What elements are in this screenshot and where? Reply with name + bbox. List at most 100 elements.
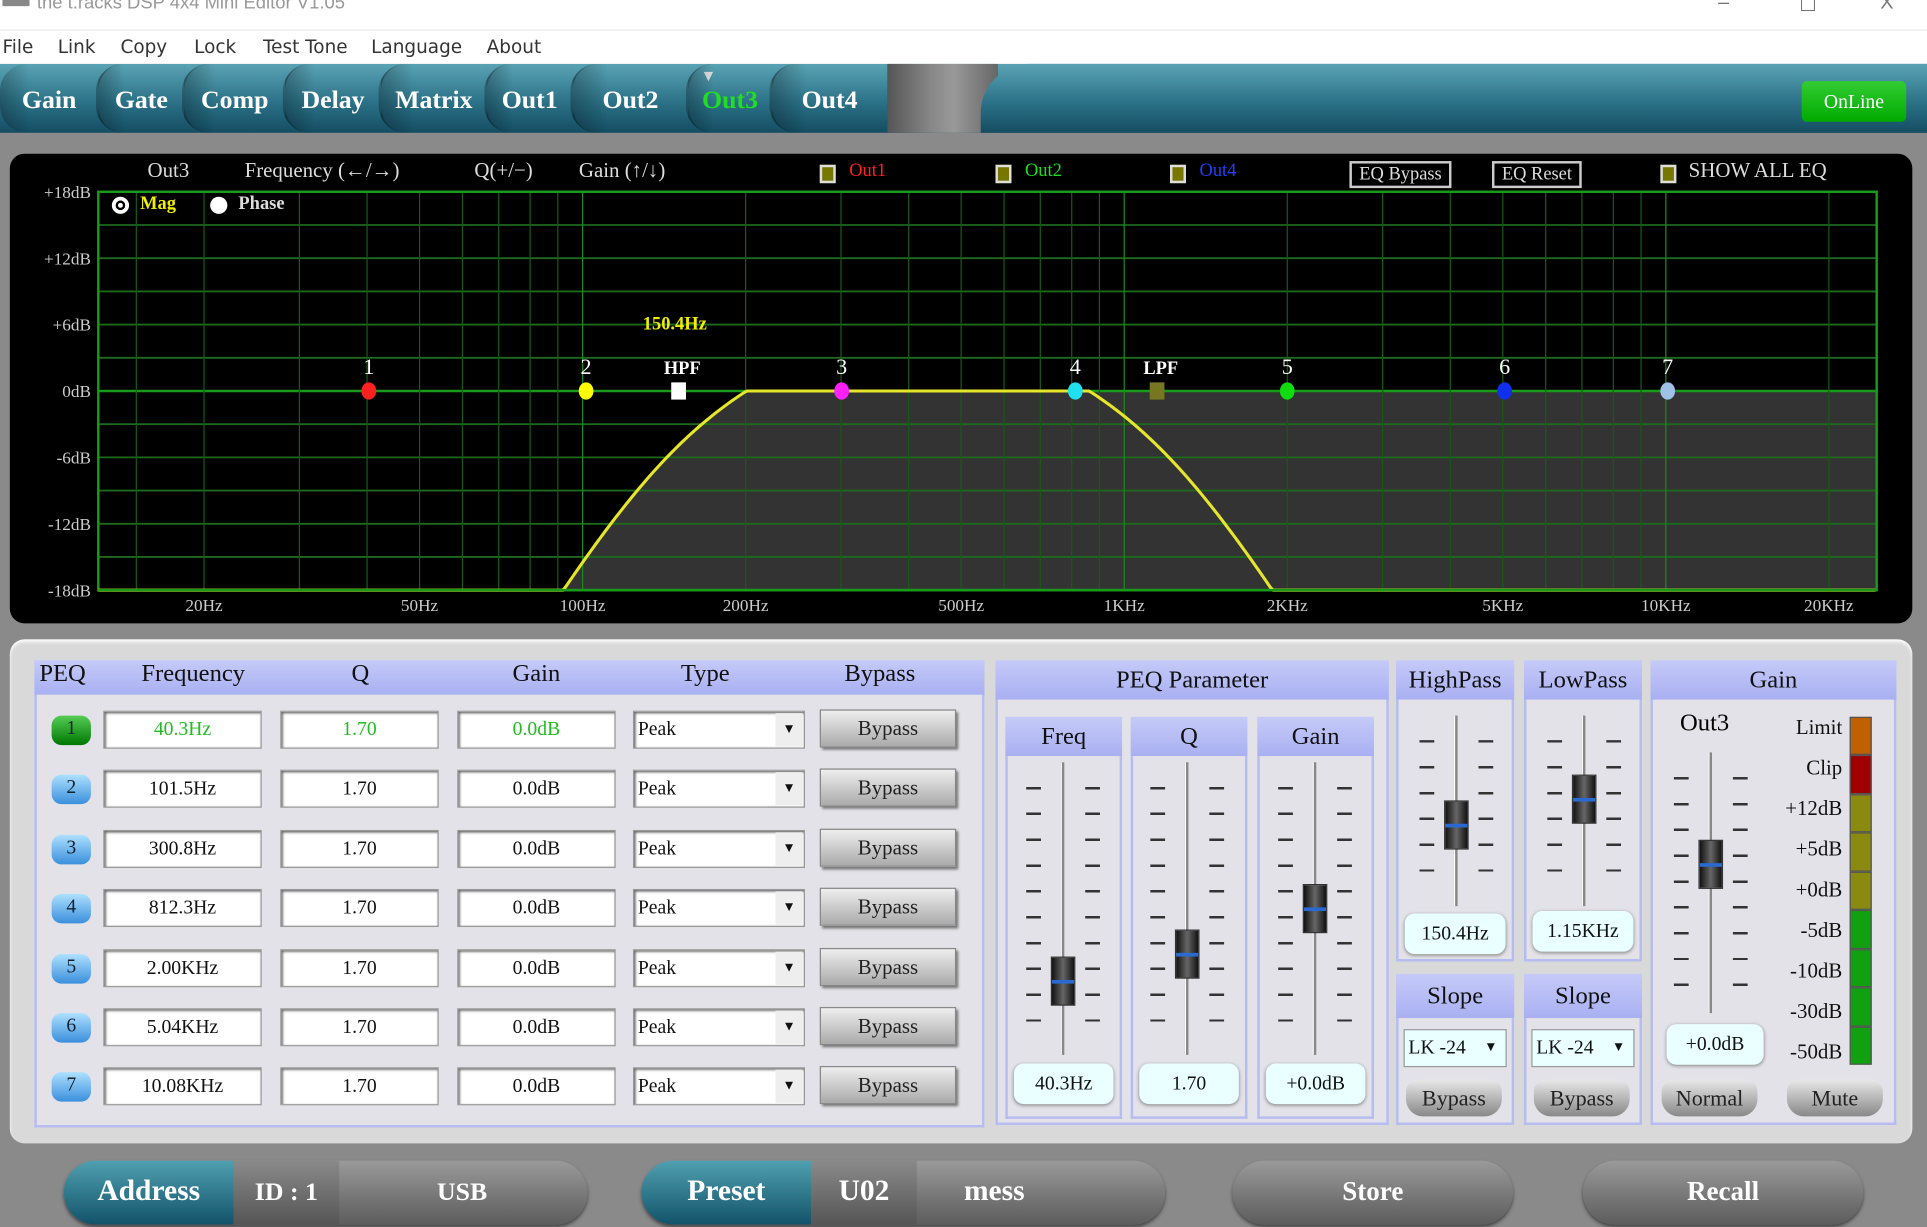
type-select[interactable]: Peak ▼ — [632, 1008, 805, 1047]
tab-gate[interactable]: Gate — [95, 63, 185, 133]
frequency-field[interactable]: 10.08KHz — [103, 1067, 262, 1106]
type-select[interactable]: Peak ▼ — [632, 1067, 805, 1106]
gain-field[interactable]: 0.0dB — [457, 829, 616, 868]
gain-field[interactable]: 0.0dB — [457, 770, 616, 809]
peq-band-badge[interactable]: 7 — [51, 1072, 91, 1103]
normal-button[interactable]: Normal — [1661, 1079, 1758, 1117]
eq-point-handle[interactable] — [1497, 382, 1513, 400]
peq-band-badge[interactable]: 4 — [51, 894, 91, 924]
param-gain-slider-thumb[interactable] — [1302, 884, 1328, 934]
bypass-button[interactable]: Bypass — [819, 1006, 957, 1046]
filter-handle[interactable] — [671, 382, 686, 400]
maximize-button[interactable]: ☐ — [1799, 0, 1817, 17]
bypass-button[interactable]: Bypass — [819, 768, 957, 808]
eq-response-plot[interactable]: +18dB +12dB +6dB 0dB -6dB -12dB -18dB 20Hz 50Hz 1… — [10, 154, 1912, 624]
eq-point-handle[interactable] — [1279, 382, 1295, 400]
bypass-button[interactable]: Bypass — [819, 947, 957, 986]
q-field[interactable]: 1.70 — [280, 710, 439, 749]
frequency-field[interactable]: 5.04KHz — [103, 1008, 262, 1047]
highpass-slider-thumb[interactable] — [1444, 800, 1469, 850]
eq-point-handle[interactable] — [578, 382, 594, 400]
mag-radio[interactable] — [111, 196, 130, 214]
q-field[interactable]: 1.70 — [280, 829, 439, 868]
gain-field[interactable]: 0.0dB — [457, 889, 616, 928]
type-select[interactable]: Peak ▼ — [632, 770, 805, 809]
gain-field[interactable]: 0.0dB — [457, 948, 616, 987]
type-select[interactable]: Peak ▼ — [632, 829, 805, 868]
online-status-button[interactable]: OnLine — [1801, 81, 1907, 122]
param-freq-slider-thumb[interactable] — [1050, 956, 1076, 1006]
eq-point-handle[interactable] — [361, 382, 377, 400]
frequency-field[interactable]: 2.00KHz — [103, 948, 262, 987]
meter-segment — [1849, 716, 1872, 756]
highpass-bypass-button[interactable]: Bypass — [1405, 1079, 1502, 1117]
menu-language[interactable]: Language — [371, 36, 462, 58]
eq-point-handle[interactable] — [834, 382, 850, 400]
menu-about[interactable]: About — [487, 36, 542, 58]
menu-test-tone[interactable]: Test Tone — [263, 36, 348, 58]
meter-segment — [1849, 832, 1872, 872]
tab-out3[interactable]: Out3 — [685, 63, 772, 133]
connection-port[interactable]: USB — [339, 1161, 585, 1225]
preset-name[interactable]: mess — [917, 1161, 1072, 1225]
bypass-button[interactable]: Bypass — [819, 887, 957, 927]
recall-button[interactable]: Recall — [1582, 1160, 1864, 1225]
peq-band-badge[interactable]: 3 — [51, 834, 91, 865]
gain-field[interactable]: 0.0dB — [457, 1008, 616, 1047]
menu-lock[interactable]: Lock — [194, 36, 236, 58]
frequency-field[interactable]: 812.3Hz — [103, 889, 262, 928]
tab-out2[interactable]: Out2 — [570, 63, 689, 133]
type-select[interactable]: Peak ▼ — [632, 710, 805, 749]
param-gain-slider-value: +0.0dB — [1265, 1063, 1366, 1105]
menu-link[interactable]: Link — [58, 36, 96, 58]
param-q-slider-thumb[interactable] — [1174, 929, 1200, 980]
q-field[interactable]: 1.70 — [280, 889, 439, 928]
frequency-field[interactable]: 40.3Hz — [103, 710, 262, 749]
q-field[interactable]: 1.70 — [280, 770, 439, 809]
hp-slope-select[interactable]: LK -24 ▼ — [1403, 1029, 1507, 1068]
type-select[interactable]: Peak ▼ — [632, 948, 805, 987]
frequency-field[interactable]: 300.8Hz — [103, 829, 262, 868]
lowpass-slider-thumb[interactable] — [1571, 774, 1597, 824]
q-field[interactable]: 1.70 — [280, 1067, 439, 1106]
bypass-button[interactable]: Bypass — [819, 709, 957, 748]
gain-field[interactable]: 0.0dB — [457, 1067, 616, 1106]
x-tick-label: 1KHz — [1104, 596, 1145, 615]
frequency-field[interactable]: 101.5Hz — [103, 770, 262, 809]
tab-out4[interactable]: Out4 — [769, 63, 888, 133]
tab-matrix[interactable]: Matrix — [378, 63, 487, 133]
q-field[interactable]: 1.70 — [280, 1008, 439, 1047]
bypass-button[interactable]: Bypass — [819, 828, 957, 867]
type-select[interactable]: Peak ▼ — [632, 889, 805, 928]
tab-out1[interactable]: Out1 — [484, 63, 573, 133]
title-bar: the t.racks DSP 4x4 Mini Editor V1.05 – … — [0, 0, 1927, 30]
peq-band-badge[interactable]: 1 — [51, 715, 91, 746]
store-button[interactable]: Store — [1232, 1160, 1513, 1225]
gain-field[interactable]: 0.0dB — [457, 710, 616, 749]
mute-button[interactable]: Mute — [1786, 1079, 1883, 1117]
phase-radio[interactable] — [210, 196, 228, 214]
param-freq-slider-value: 40.3Hz — [1013, 1063, 1114, 1105]
eq-point-handle[interactable] — [1067, 382, 1083, 400]
tab-gain[interactable]: Gain — [0, 63, 99, 133]
close-button[interactable]: X — [1880, 0, 1893, 15]
output-gain-slider-thumb[interactable] — [1698, 839, 1724, 889]
output-gain-slider-ticks-right — [1732, 777, 1748, 1001]
q-field[interactable]: 1.70 — [280, 948, 439, 987]
tab-comp[interactable]: Comp — [181, 63, 286, 133]
peq-band-badge[interactable]: 6 — [51, 1013, 91, 1043]
param-freq-slider-ticks-left — [1026, 786, 1041, 1043]
minimize-button[interactable]: – — [1718, 0, 1729, 15]
lowpass-bypass-button[interactable]: Bypass — [1533, 1079, 1630, 1117]
menu-file[interactable]: File — [2, 36, 33, 58]
menu-copy[interactable]: Copy — [120, 36, 167, 58]
tab-delay[interactable]: Delay — [282, 63, 381, 133]
peq-band-badge[interactable]: 2 — [51, 775, 91, 805]
peq-band-badge[interactable]: 5 — [51, 953, 91, 984]
filter-handle[interactable] — [1149, 382, 1165, 400]
eq-point-handle[interactable] — [1660, 382, 1676, 400]
eq-point-label: HPF — [664, 358, 701, 378]
type-value: Peak — [637, 1016, 677, 1038]
bypass-button[interactable]: Bypass — [819, 1066, 957, 1105]
lp-slope-select[interactable]: LK -24 ▼ — [1531, 1029, 1635, 1068]
